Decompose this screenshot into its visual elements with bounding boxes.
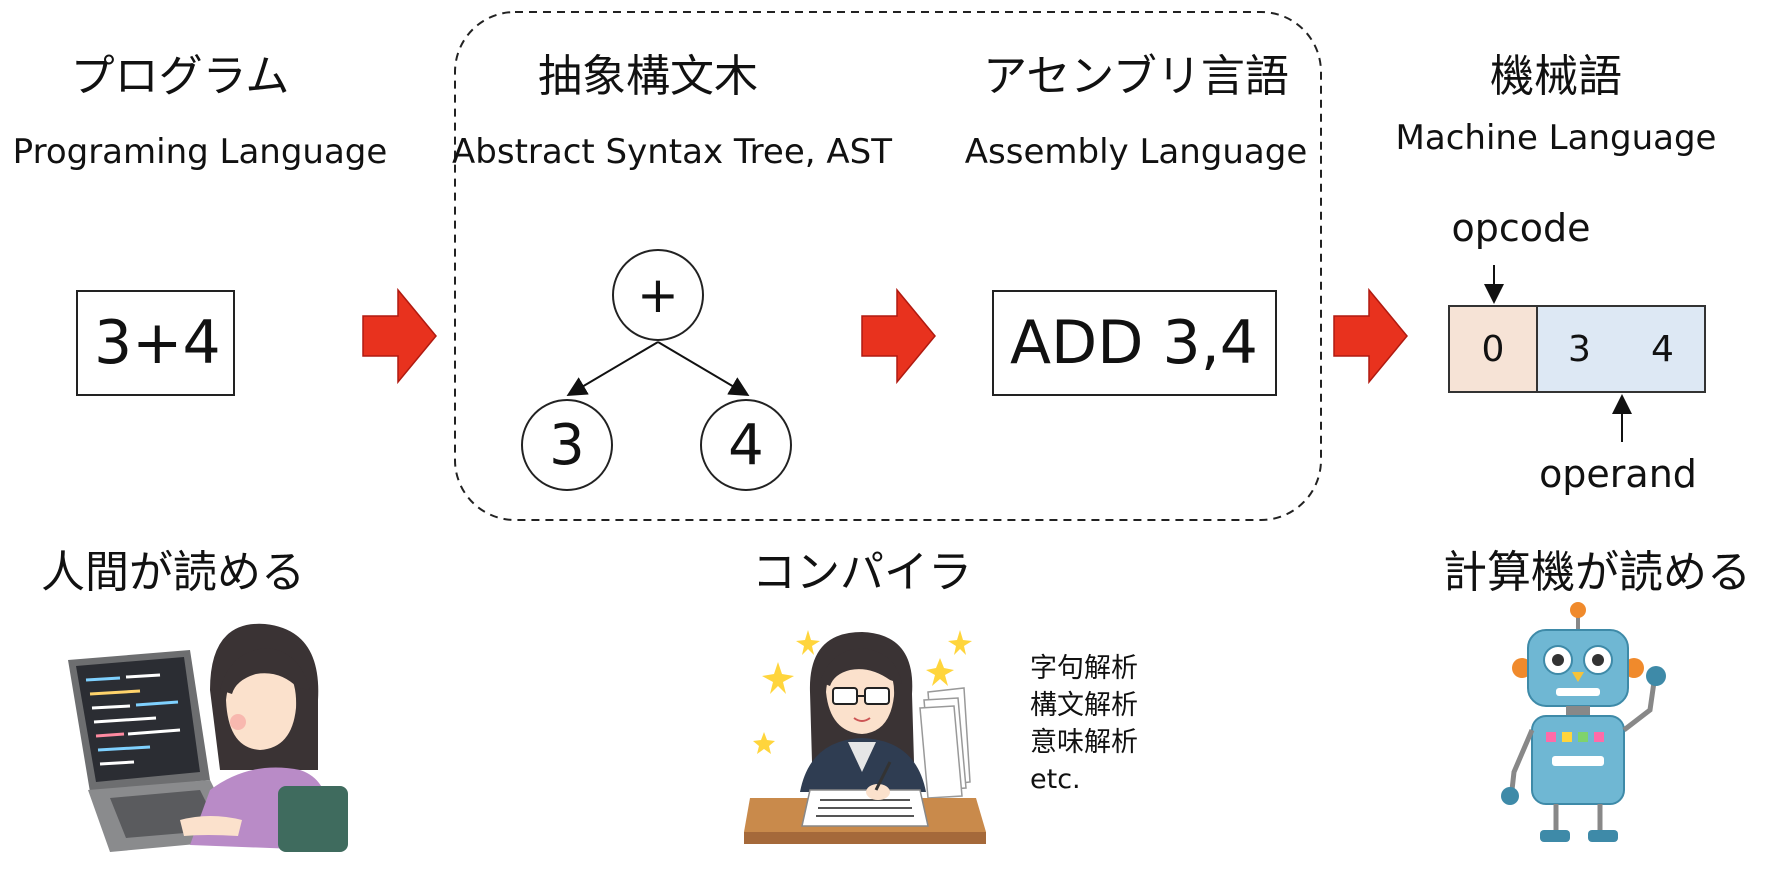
program-title-en: Programing Language <box>12 132 388 172</box>
compiler-step-etc: etc. <box>1030 764 1081 795</box>
opcode-value: 0 <box>1481 328 1505 370</box>
operand-value-2: 4 <box>1651 328 1674 370</box>
program-code-text: 3+4 <box>94 308 221 378</box>
operand-cell: 3 4 <box>1536 305 1706 393</box>
ast-edge-left <box>566 341 659 397</box>
ast-right-label: 4 <box>728 412 764 478</box>
assembly-code-box: ADD 3,4 <box>992 290 1277 396</box>
robot-illustration <box>1501 602 1666 842</box>
ast-root-node: + <box>612 249 704 341</box>
compiler-step-lexical: 字句解析 <box>1030 653 1138 684</box>
ast-right-node: 4 <box>700 399 792 491</box>
opcode-cell: 0 <box>1448 305 1538 393</box>
caption-computer-readable: 計算機が読める <box>1443 547 1751 598</box>
operand-value-1: 3 <box>1568 328 1591 370</box>
machine-title-en: Machine Language <box>1395 118 1717 158</box>
assembly-code-text: ADD 3,4 <box>1010 308 1258 378</box>
assembly-title-jp: アセンブリ言語 <box>983 51 1289 102</box>
compiler-worker-illustration <box>744 630 986 844</box>
ast-left-node: 3 <box>521 399 613 491</box>
caption-human-readable: 人間が読める <box>41 547 305 598</box>
compiler-step-semantic: 意味解析 <box>1030 727 1138 758</box>
ast-root-label: + <box>637 266 679 324</box>
program-code-box: 3+4 <box>76 290 235 396</box>
ast-edge-right <box>657 341 750 397</box>
ast-left-label: 3 <box>549 412 585 478</box>
compiler-steps-list: 字句解析 構文解析 意味解析 etc. <box>1030 650 1138 798</box>
programmer-illustration <box>68 623 348 852</box>
ast-title-en: Abstract Syntax Tree, AST <box>452 132 892 172</box>
ast-title-jp: 抽象構文木 <box>538 51 758 102</box>
operand-label: operand <box>1539 452 1697 496</box>
assembly-title-en: Assembly Language <box>964 132 1308 172</box>
machine-title-jp: 機械語 <box>1490 51 1622 102</box>
compiler-step-syntax: 構文解析 <box>1030 690 1138 721</box>
arrow-ast-to-assembly <box>861 287 936 385</box>
opcode-label: opcode <box>1451 206 1591 250</box>
arrow-program-to-ast <box>362 287 437 385</box>
arrow-assembly-to-machine <box>1333 287 1408 385</box>
program-title-jp: プログラム <box>70 51 290 102</box>
caption-compiler: コンパイラ <box>752 547 972 598</box>
